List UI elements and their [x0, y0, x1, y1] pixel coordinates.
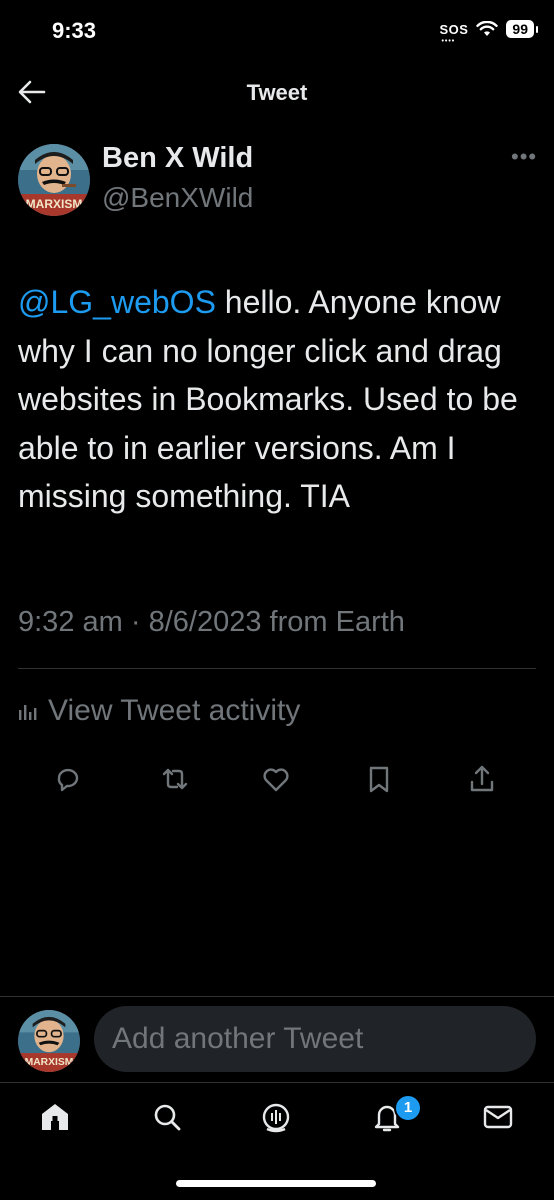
- retweet-icon[interactable]: [158, 762, 192, 796]
- author-name[interactable]: Ben X Wild: [102, 142, 253, 175]
- tweet-meta: 9:32 am · 8/6/2023 from Earth: [18, 606, 405, 639]
- battery-indicator: 99: [506, 20, 538, 38]
- meta-separator: ·: [130, 606, 141, 638]
- share-icon[interactable]: [465, 762, 499, 796]
- messages-icon[interactable]: [481, 1100, 515, 1134]
- author-avatar[interactable]: MARXISM: [18, 144, 90, 216]
- notification-badge: 1: [394, 1094, 422, 1122]
- status-time: 9:33: [52, 18, 97, 43]
- avatar-logo-text: MARXISM: [26, 197, 83, 211]
- reply-input[interactable]: Add another Tweet: [94, 1006, 536, 1072]
- search-icon[interactable]: [150, 1100, 184, 1134]
- view-tweet-activity-link[interactable]: View Tweet activity: [18, 694, 300, 728]
- like-icon[interactable]: [259, 762, 293, 796]
- home-indicator: [176, 1180, 376, 1187]
- analytics-icon: [19, 705, 37, 720]
- avatar-logo-text: MARXISM: [25, 1057, 74, 1068]
- spaces-icon[interactable]: [259, 1100, 293, 1134]
- tweet-time: 9:32 am: [18, 606, 123, 638]
- reply-icon[interactable]: [51, 762, 85, 796]
- bookmark-icon[interactable]: [362, 762, 396, 796]
- nav-divider: [0, 1082, 554, 1083]
- sos-indicator: SOS ••••: [439, 21, 469, 45]
- avatar-image: MARXISM: [18, 144, 90, 216]
- author-handle[interactable]: @BenXWild: [102, 182, 253, 214]
- status-indicators: SOS •••• 99: [439, 20, 538, 45]
- tweet-source: from Earth: [269, 606, 405, 638]
- avatar-image: MARXISM: [18, 1010, 80, 1072]
- wifi-icon: [476, 21, 499, 36]
- divider: [18, 668, 536, 669]
- page-title: Tweet: [246, 80, 308, 105]
- reply-bar-divider: [0, 996, 554, 997]
- activity-label: View Tweet activity: [48, 694, 301, 727]
- home-icon[interactable]: [38, 1100, 72, 1134]
- more-options-icon[interactable]: •••: [511, 144, 537, 170]
- user-avatar[interactable]: MARXISM: [18, 1010, 80, 1072]
- mention-link[interactable]: @LG_webOS: [18, 284, 216, 320]
- tweet-text: @LG_webOS hello. Anyone know why I can n…: [18, 278, 528, 521]
- tweet-date: 8/6/2023: [148, 606, 262, 638]
